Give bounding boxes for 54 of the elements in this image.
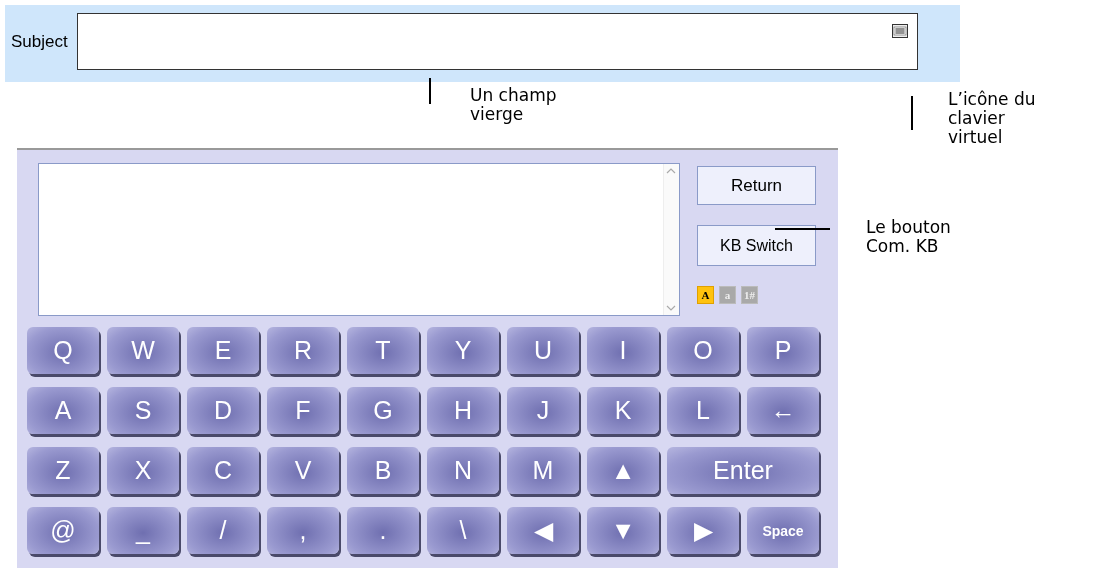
mode-button[interactable]: 1# [741, 286, 758, 304]
keyboard-key[interactable]: C [187, 447, 259, 494]
keyboard-key[interactable]: P [747, 327, 819, 374]
keyboard-key[interactable]: E [187, 327, 259, 374]
leader-line [429, 78, 431, 104]
keyboard-icon[interactable] [891, 24, 908, 38]
keyboard-key[interactable]: , [267, 507, 339, 554]
keyboard-key[interactable]: O [667, 327, 739, 374]
keyboard-key[interactable]: V [267, 447, 339, 494]
keyboard-key[interactable]: S [107, 387, 179, 434]
return-button[interactable]: Return [697, 166, 816, 205]
keyboard-key[interactable]: K [587, 387, 659, 434]
keyboard-key[interactable]: . [347, 507, 419, 554]
keyboard-key[interactable]: ▼ [587, 507, 659, 554]
keyboard-key[interactable]: Y [427, 327, 499, 374]
keyboard-key[interactable]: / [187, 507, 259, 554]
keyboard-key[interactable]: @ [27, 507, 99, 554]
callout-text: Le bouton Com. KB [866, 218, 951, 256]
keyboard-key[interactable]: T [347, 327, 419, 374]
keyboard-key[interactable]: U [507, 327, 579, 374]
subject-label: Subject [11, 31, 68, 52]
callout-text: Un champ vierge [470, 86, 557, 124]
mode-button[interactable]: a [719, 286, 736, 304]
keyboard-key[interactable]: X [107, 447, 179, 494]
keyboard-key[interactable]: L [667, 387, 739, 434]
keyboard-key[interactable]: Space [747, 507, 819, 554]
leader-line [775, 228, 830, 230]
keyboard-key[interactable]: \ [427, 507, 499, 554]
leader-line [911, 96, 913, 130]
subject-field[interactable] [76, 13, 918, 70]
scroll-bar[interactable] [663, 164, 679, 315]
keyboard-key[interactable]: ◀ [507, 507, 579, 554]
keyboard-key[interactable]: F [267, 387, 339, 434]
keyboard-key[interactable]: I [587, 327, 659, 374]
keyboard-key[interactable]: B [347, 447, 419, 494]
keyboard-key[interactable]: Z [27, 447, 99, 494]
keyboard-key[interactable]: R [267, 327, 339, 374]
keyboard-key[interactable]: H [427, 387, 499, 434]
keyboard-key[interactable]: Enter [667, 447, 819, 494]
callout-text: L’icône du clavier virtuel [948, 90, 1036, 147]
keyboard-key[interactable]: ▲ [587, 447, 659, 494]
keyboard-key[interactable]: D [187, 387, 259, 434]
mode-button[interactable]: A [697, 286, 714, 304]
keyboard-key[interactable]: J [507, 387, 579, 434]
kb-switch-button[interactable]: KB Switch [697, 225, 816, 266]
keyboard-key[interactable]: G [347, 387, 419, 434]
keyboard-key[interactable]: M [507, 447, 579, 494]
keyboard-key[interactable]: W [107, 327, 179, 374]
keyboard-key[interactable]: ← [747, 387, 819, 434]
keyboard-key[interactable]: Q [27, 327, 99, 374]
keyboard-key[interactable]: ▶ [667, 507, 739, 554]
keyboard-key[interactable]: A [27, 387, 99, 434]
keyboard-key[interactable]: N [427, 447, 499, 494]
keyboard-key[interactable]: _ [107, 507, 179, 554]
